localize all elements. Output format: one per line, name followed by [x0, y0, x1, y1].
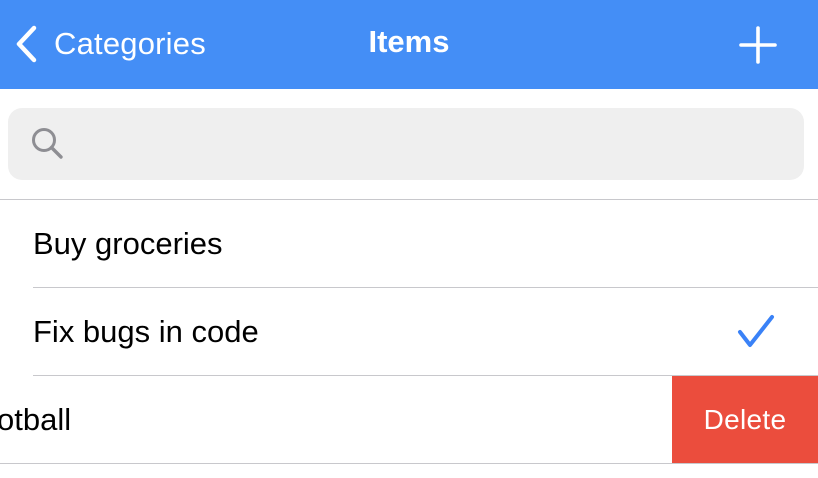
checkmark-icon — [738, 315, 774, 347]
add-item-button[interactable] — [734, 22, 782, 68]
back-button[interactable]: Categories — [14, 22, 206, 66]
search-icon — [32, 128, 63, 159]
list-item-swiped[interactable]: otball Delete — [0, 376, 818, 464]
row-divider — [0, 463, 818, 464]
delete-button[interactable]: Delete — [672, 376, 818, 463]
search-input[interactable] — [78, 120, 788, 168]
page-title: Items — [368, 24, 450, 59]
list-item-title: Buy groceries — [33, 225, 223, 261]
list-item[interactable]: Buy groceries — [0, 200, 818, 288]
delete-button-label: Delete — [703, 403, 787, 435]
chevron-left-icon — [16, 25, 37, 63]
list-item[interactable]: Fix bugs in code — [0, 288, 818, 376]
search-bar — [8, 108, 804, 180]
list-item-title: otball — [0, 401, 72, 437]
plus-icon — [739, 26, 777, 64]
list-item-title: Fix bugs in code — [33, 313, 259, 349]
navigation-bar: Categories Items — [0, 0, 818, 89]
back-button-label: Categories — [54, 26, 206, 61]
